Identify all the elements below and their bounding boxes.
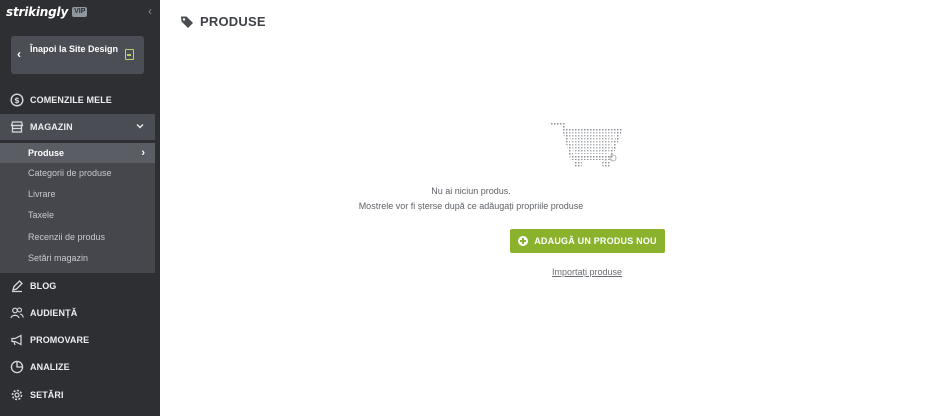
empty-state-subtitle: Mostrele vor fi șterse după ce adăugați …: [358, 201, 584, 211]
chevron-right-icon: ›: [141, 147, 145, 159]
collapse-sidebar-icon[interactable]: ‹: [148, 5, 152, 17]
chevron-down-icon: [136, 124, 144, 129]
logo[interactable]: strikingly: [6, 5, 68, 19]
nav-label: MAGAZIN: [30, 122, 73, 132]
nav-label: BLOG: [30, 281, 57, 291]
nav-item-store[interactable]: MAGAZIN: [0, 114, 155, 140]
nav-label: ANALIZE: [30, 362, 70, 372]
svg-text:$: $: [14, 96, 20, 105]
brand[interactable]: strikingly VIP: [6, 4, 88, 20]
nav-item-promote[interactable]: PROMOVARE: [0, 327, 155, 353]
people-icon: [10, 306, 24, 320]
nav-label: PROMOVARE: [30, 335, 90, 345]
nav-label: SETĂRI: [30, 390, 64, 400]
nav-item-audience[interactable]: AUDIENȚĂ: [0, 300, 155, 326]
back-button-label: Înapoi la Site Design: [30, 44, 119, 54]
submenu-label: Setări magazin: [28, 253, 89, 263]
nav-item-orders[interactable]: $ COMENZILE MELE: [0, 87, 155, 113]
back-to-site-design-button[interactable]: ‹ Înapoi la Site Design: [11, 36, 144, 74]
import-products-link[interactable]: Importați produse: [540, 267, 634, 277]
nav-item-blog[interactable]: BLOG: [0, 273, 155, 299]
page-title: PRODUSE: [180, 14, 266, 29]
add-button-label: ADAUGĂ UN PRODUS NOU: [534, 236, 657, 246]
submenu-item-categories[interactable]: Categorii de produse: [0, 163, 155, 183]
submenu-label: Categorii de produse: [28, 168, 112, 178]
submenu-item-store-settings[interactable]: Setări magazin: [0, 248, 155, 268]
submenu-label: Recenzii de produs: [28, 232, 106, 242]
pen-icon: [10, 279, 24, 293]
dollar-circle-icon: $: [10, 93, 24, 107]
document-icon: [125, 49, 134, 60]
page-title-text: PRODUSE: [200, 14, 266, 29]
submenu-item-products[interactable]: Produse ›: [0, 143, 155, 163]
submenu-label: Produse: [28, 148, 65, 158]
nav-label: AUDIENȚĂ: [30, 308, 78, 318]
tag-icon: [181, 16, 193, 28]
shopping-cart-icon: [550, 122, 623, 168]
submenu-item-reviews[interactable]: Recenzii de produs: [0, 227, 155, 247]
empty-state-title: Nu ai niciun produs.: [431, 186, 511, 196]
nav-item-settings[interactable]: SETĂRI: [0, 382, 155, 408]
nav-label: COMENZILE MELE: [30, 95, 112, 105]
pie-chart-icon: [10, 360, 24, 374]
vip-badge: VIP: [72, 7, 88, 17]
submenu-label: Taxele: [28, 210, 55, 220]
plus-circle-icon: [518, 236, 529, 246]
megaphone-icon: [10, 333, 24, 347]
nav-item-analytics[interactable]: ANALIZE: [0, 354, 155, 380]
chevron-left-icon: ‹: [17, 47, 21, 61]
gear-icon: [10, 388, 24, 402]
store-icon: [10, 120, 24, 134]
add-new-product-button[interactable]: ADAUGĂ UN PRODUS NOU: [510, 229, 665, 253]
